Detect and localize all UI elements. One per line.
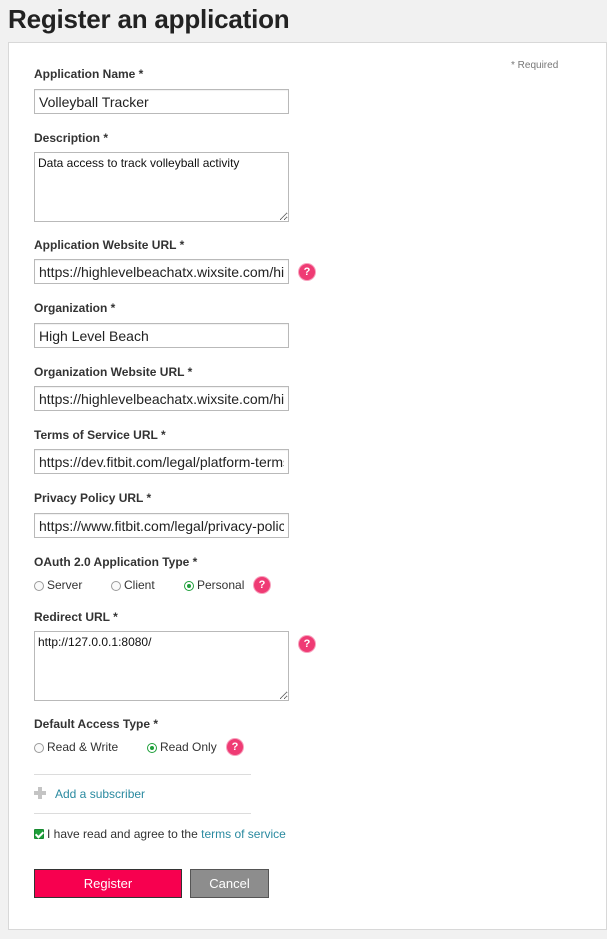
tos-url-input[interactable] — [34, 449, 289, 474]
agree-checkbox[interactable] — [34, 829, 44, 839]
app-website-label: Application Website URL * — [34, 238, 185, 252]
org-website-label: Organization Website URL * — [34, 365, 193, 379]
access-type-label: Default Access Type * — [34, 717, 159, 731]
page-title: Register an application — [8, 4, 290, 34]
access-read-write-label: Read & Write — [47, 740, 119, 754]
app-name-label: Application Name * — [34, 67, 144, 81]
terms-of-service-link[interactable]: terms of service — [201, 827, 286, 841]
register-button[interactable]: Register — [34, 869, 182, 898]
oauth-type-label: OAuth 2.0 Application Type * — [34, 555, 198, 569]
redirect-url-textarea[interactable]: http://127.0.0.1:8080/ — [34, 631, 289, 701]
org-website-input[interactable] — [34, 386, 289, 411]
tos-url-label: Terms of Service URL * — [34, 428, 166, 442]
add-subscriber-link[interactable]: Add a subscriber — [55, 787, 145, 801]
description-textarea[interactable]: Data access to track volleyball activity — [34, 152, 289, 222]
app-name-input[interactable] — [34, 89, 289, 114]
plus-icon[interactable] — [34, 787, 46, 799]
divider — [34, 774, 251, 775]
access-read-only-label: Read Only — [160, 740, 217, 754]
access-read-only-radio[interactable] — [147, 743, 157, 753]
app-website-input[interactable] — [34, 259, 289, 284]
oauth-personal-radio[interactable] — [184, 581, 194, 591]
access-read-write-radio[interactable] — [34, 743, 44, 753]
agree-text: I have read and agree to the terms of se… — [47, 827, 286, 841]
help-icon[interactable]: ? — [299, 264, 315, 280]
help-icon[interactable]: ? — [299, 636, 315, 652]
divider — [34, 813, 251, 814]
organization-label: Organization * — [34, 301, 116, 315]
help-icon[interactable]: ? — [227, 739, 243, 755]
help-icon[interactable]: ? — [254, 577, 270, 593]
oauth-server-radio[interactable] — [34, 581, 44, 591]
required-note: * Required — [511, 60, 559, 71]
organization-input[interactable] — [34, 323, 289, 348]
oauth-personal-label: Personal — [197, 578, 245, 592]
description-label: Description * — [34, 131, 109, 145]
redirect-url-label: Redirect URL * — [34, 610, 118, 624]
privacy-url-label: Privacy Policy URL * — [34, 491, 152, 505]
oauth-server-label: Server — [47, 578, 83, 592]
oauth-client-label: Client — [124, 578, 155, 592]
cancel-button[interactable]: Cancel — [190, 869, 269, 898]
oauth-client-radio[interactable] — [111, 581, 121, 591]
privacy-url-input[interactable] — [34, 513, 289, 538]
agree-label: I have read and agree to the — [47, 827, 198, 841]
